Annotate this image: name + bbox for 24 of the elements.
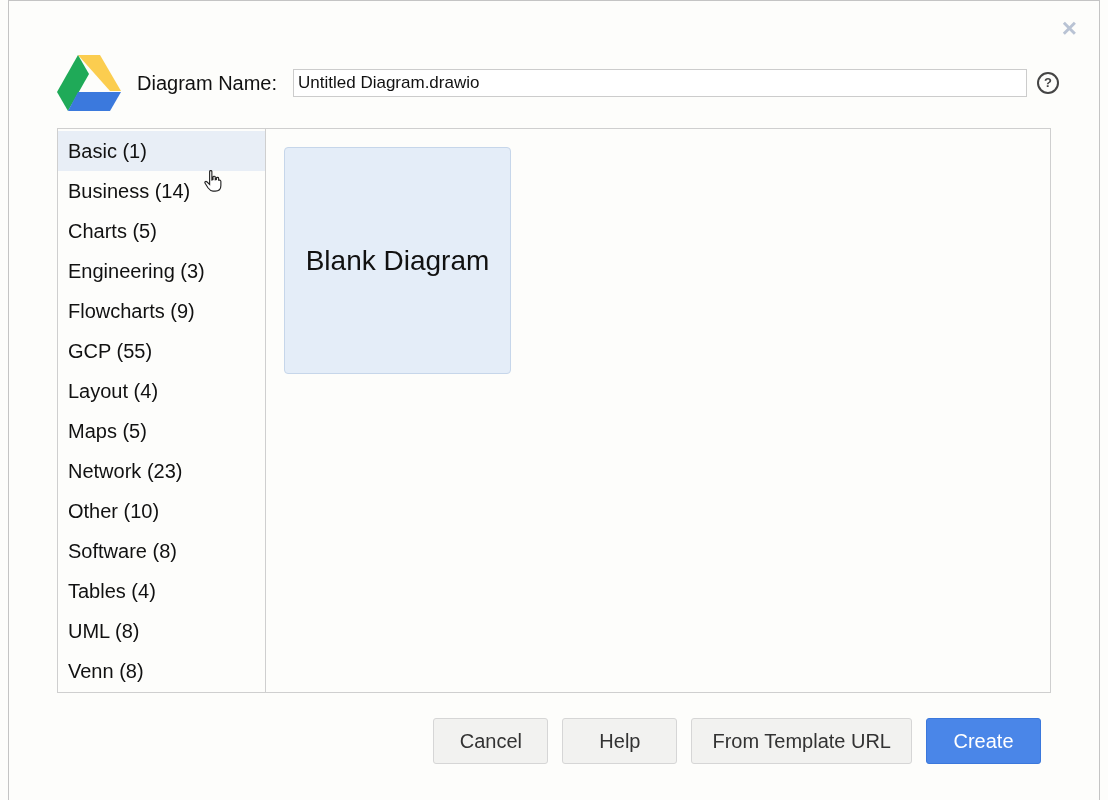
category-item[interactable]: Engineering (3) (58, 251, 265, 291)
dialog-button[interactable]: Help (562, 718, 678, 764)
category-item[interactable]: Maps (5) (58, 411, 265, 451)
category-item[interactable]: Software (8) (58, 531, 265, 571)
category-item[interactable]: Business (14) (58, 171, 265, 211)
dialog-button[interactable]: Cancel (433, 718, 549, 764)
category-item[interactable]: UML (8) (58, 611, 265, 651)
category-item[interactable]: Flowcharts (9) (58, 291, 265, 331)
category-item[interactable]: Layout (4) (58, 371, 265, 411)
diagram-name-field[interactable]: Untitled Diagram.drawio (293, 69, 1027, 97)
blank-diagram-tile[interactable]: Blank Diagram (284, 147, 511, 374)
dialog-button[interactable]: From Template URL (691, 718, 912, 764)
category-item[interactable]: GCP (55) (58, 331, 265, 371)
category-item[interactable]: Tables (4) (58, 571, 265, 611)
help-icon[interactable]: ? (1037, 72, 1059, 94)
triangle-logo-icon (57, 55, 121, 111)
category-item[interactable]: Network (23) (58, 451, 265, 491)
category-item[interactable]: Basic (1) (58, 131, 265, 171)
diagram-name-label: Diagram Name: (137, 71, 278, 95)
category-item[interactable]: Charts (5) (58, 211, 265, 251)
create-button[interactable]: Create (926, 718, 1041, 764)
category-item[interactable]: Other (10) (58, 491, 265, 531)
hand-cursor-icon (204, 169, 222, 193)
category-item[interactable]: Venn (8) (58, 651, 265, 691)
